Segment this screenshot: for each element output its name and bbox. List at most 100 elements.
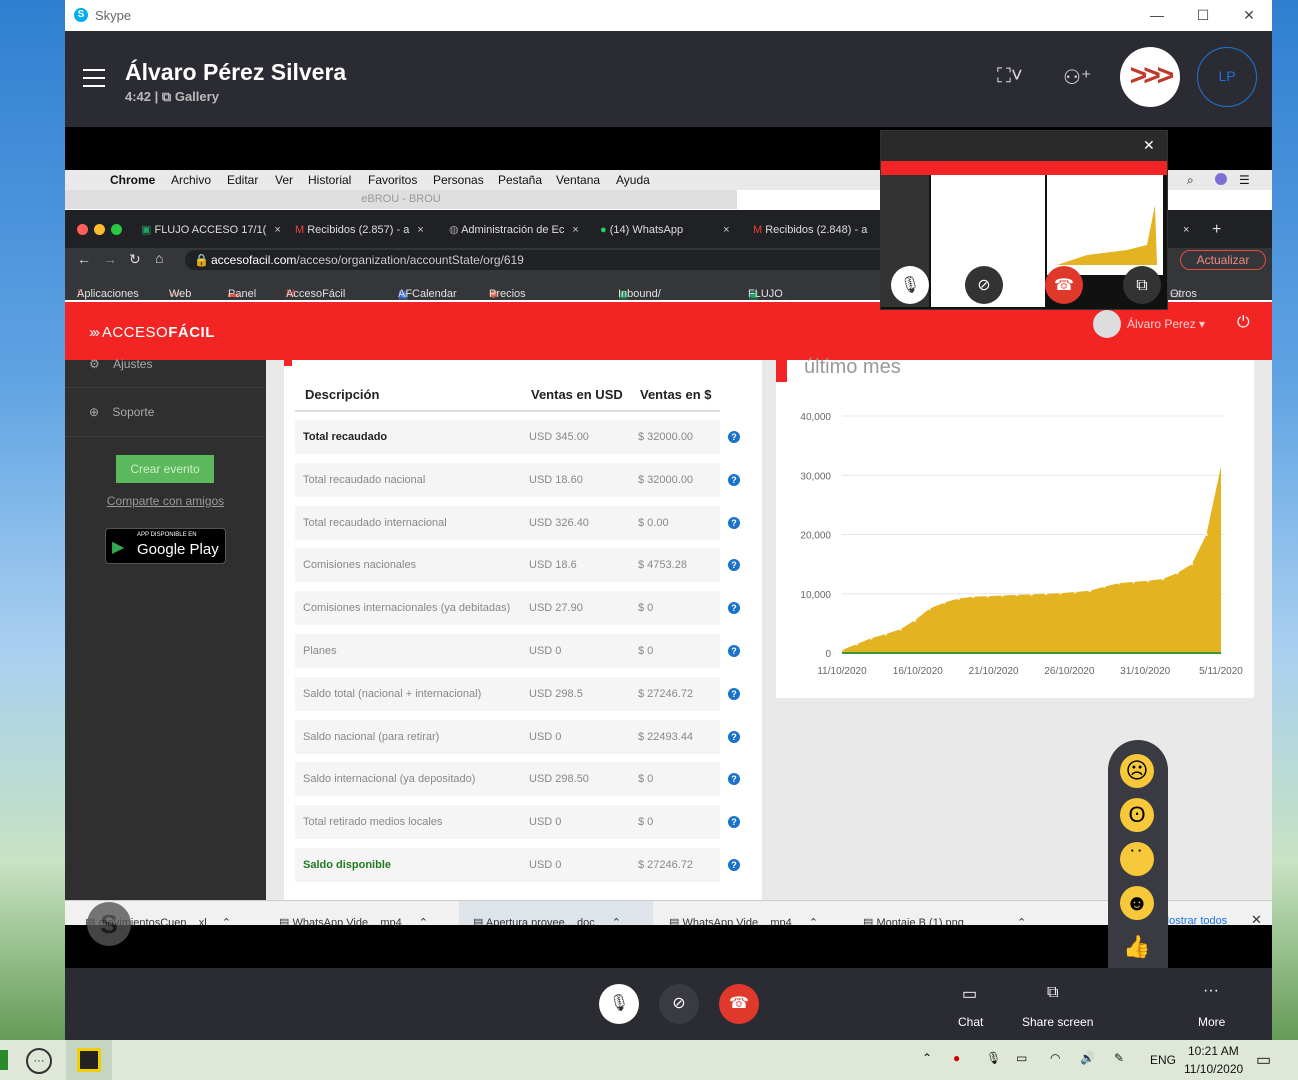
reaction-sad-icon[interactable]: ☹ <box>1120 754 1154 788</box>
pen-icon[interactable]: ✎ <box>1114 1051 1124 1065</box>
menu-chrome[interactable]: Chrome <box>110 173 155 187</box>
sidebar-item-soporte[interactable]: ⊕ Soporte <box>89 405 154 419</box>
browser-tab[interactable]: ● (14) WhatsApp × <box>600 220 730 240</box>
new-tab-button[interactable]: + <box>1212 220 1221 240</box>
chevron-up-icon[interactable]: ⌃ <box>612 917 621 925</box>
forward-icon[interactable]: → <box>103 251 117 267</box>
mic-icon[interactable]: 🎙 <box>599 984 639 1024</box>
notifications-icon[interactable]: ▭ <box>1256 1050 1271 1070</box>
reload-icon[interactable]: ↻ <box>129 251 141 268</box>
battery-icon[interactable]: ▭ <box>1016 1051 1027 1065</box>
download-item-active[interactable]: ▤ Apertura provee....doc ⌃ <box>459 901 653 925</box>
more-icon[interactable]: ··· <box>1203 982 1219 1000</box>
user-menu[interactable]: Álvaro Perez ▾ <box>1127 317 1205 331</box>
self-avatar[interactable]: LP <box>1197 47 1257 107</box>
add-participant-icon[interactable]: ⚇⁺ <box>1063 65 1092 90</box>
chevron-up-icon[interactable]: ⌃ <box>222 917 231 925</box>
create-event-button[interactable]: Crear evento <box>116 455 214 483</box>
browser-tab[interactable]: M Recibidos (2.857) - a × <box>295 220 424 240</box>
reaction-confused-icon[interactable]: ˙˙ <box>1120 842 1154 876</box>
preview-camera-off-icon[interactable]: ⊘ <box>965 266 1003 304</box>
reaction-thumbs-up-icon[interactable]: 👍 <box>1120 930 1154 964</box>
help-icon[interactable]: ? <box>728 516 740 529</box>
help-icon[interactable]: ? <box>728 730 740 743</box>
control-center-icon[interactable]: ☰ <box>1239 173 1250 187</box>
end-call-icon[interactable]: ☎ <box>719 984 759 1024</box>
wifi-icon[interactable]: ◠ <box>1050 1051 1060 1065</box>
siri-icon[interactable] <box>1215 173 1227 185</box>
skype-tray-icon[interactable]: ● <box>953 1051 960 1065</box>
menu-historial[interactable]: Historial <box>308 173 351 187</box>
reaction-laughing-icon[interactable]: ☻ <box>1120 886 1154 920</box>
sidebar-item-ajustes[interactable]: ⚙ Ajustes <box>89 357 152 371</box>
power-icon[interactable]: ⏻ <box>1237 314 1250 332</box>
share-screen-button[interactable]: Share screen <box>1022 1015 1093 1029</box>
help-icon[interactable]: ? <box>728 559 740 572</box>
google-play-badge[interactable]: ▶ APP DISPONIBLE EN Google Play <box>105 528 226 564</box>
layout-icon[interactable]: ⛶˅ <box>997 65 1023 88</box>
avatar[interactable]: >>> <box>1120 47 1180 107</box>
home-icon[interactable]: ⌂ <box>155 250 163 266</box>
preview-mic-icon[interactable]: 🎙 <box>891 266 929 304</box>
language[interactable]: ENG <box>1150 1053 1176 1067</box>
volume-icon[interactable]: 🔊 <box>1080 1051 1095 1065</box>
user-avatar[interactable] <box>1093 310 1121 338</box>
clock-time[interactable]: 10:21 AM <box>1188 1044 1239 1058</box>
menu-editar[interactable]: Editar <box>227 173 258 187</box>
help-icon[interactable]: ? <box>728 431 740 443</box>
download-item[interactable]: ▤ WhatsApp Vide....mp4 ⌃ <box>279 916 449 925</box>
browser-tab[interactable]: ◍ Administración de Ec × <box>449 220 579 240</box>
close-downloads-icon[interactable]: ✕ <box>1251 912 1262 925</box>
download-item[interactable]: ▤ WhatsApp Vide....mp4 ⌃ <box>669 916 839 925</box>
app-logo[interactable]: ››› ACCESOFÁCIL <box>89 324 215 341</box>
menu-ver[interactable]: Ver <box>275 173 293 187</box>
preview-popout-icon[interactable]: ⧉ <box>1123 266 1161 304</box>
minimize-dot[interactable] <box>94 224 105 235</box>
help-icon[interactable]: ? <box>728 859 740 871</box>
help-icon[interactable]: ? <box>728 816 740 829</box>
search-icon[interactable]: ⌕ <box>1187 173 1194 188</box>
download-item[interactable]: ▤ Montaje B (1).png ⌃ <box>863 916 1033 925</box>
menu-icon[interactable] <box>83 69 105 87</box>
menu-archivo[interactable]: Archivo <box>171 173 211 187</box>
close-dot[interactable] <box>77 224 88 235</box>
share-screen-icon[interactable]: ⧉ <box>1047 984 1058 1002</box>
feedback-icon[interactable]: ··· <box>26 1048 52 1074</box>
help-icon[interactable]: ? <box>728 645 740 657</box>
tab-close[interactable]: × <box>1183 220 1189 240</box>
menu-ayuda[interactable]: Ayuda <box>616 173 650 187</box>
help-icon[interactable]: ? <box>728 602 740 615</box>
help-icon[interactable]: ? <box>728 773 740 786</box>
chat-button[interactable]: Chat <box>958 1015 983 1029</box>
menu-ventana[interactable]: Ventana <box>556 173 600 187</box>
chevron-up-icon[interactable]: ⌃ <box>419 917 428 925</box>
camera-off-icon[interactable]: ⊘ <box>659 984 699 1024</box>
more-button[interactable]: More <box>1198 1015 1225 1029</box>
chevron-up-icon[interactable]: ⌃ <box>1017 917 1026 925</box>
reaction-surprised-icon[interactable]: ʘ <box>1120 798 1154 832</box>
menu-personas[interactable]: Personas <box>433 173 484 187</box>
start-edge[interactable] <box>0 1050 8 1070</box>
browser-tab[interactable]: M Recibidos (2.848) - a <box>753 220 867 240</box>
clock-date[interactable]: 11/10/2020 <box>1184 1062 1243 1076</box>
show-all-link[interactable]: Mostrar todos <box>1160 915 1227 925</box>
help-icon[interactable]: ? <box>728 687 740 700</box>
menu-favoritos[interactable]: Favoritos <box>368 173 417 187</box>
update-button[interactable]: Actualizar <box>1180 250 1266 270</box>
view-mode[interactable]: Gallery <box>175 89 219 104</box>
url-bar[interactable]: 🔒 accesofacil.com/acceso/organization/ac… <box>185 250 945 270</box>
zoom-dot[interactable] <box>111 224 122 235</box>
mic-tray-icon[interactable]: 🎙 <box>986 1051 1001 1065</box>
taskbar-app-active[interactable] <box>66 1040 112 1080</box>
chevron-up-icon[interactable]: ⌃ <box>809 917 818 925</box>
tray-chevron-icon[interactable]: ⌃ <box>922 1051 932 1065</box>
chat-icon[interactable]: ▭ <box>962 984 977 1004</box>
preview-end-call-icon[interactable]: ☎ <box>1045 266 1083 304</box>
help-icon[interactable]: ? <box>728 473 740 486</box>
menu-pestana[interactable]: Pestaña <box>498 173 542 187</box>
maximize-button[interactable]: ☐ <box>1183 4 1223 26</box>
share-link[interactable]: Comparte con amigos <box>65 494 266 508</box>
close-preview-icon[interactable]: ✕ <box>1143 137 1155 154</box>
browser-tab[interactable]: ▣ FLUJO ACCESO 17/1(× <box>141 220 281 240</box>
back-icon[interactable]: ← <box>77 251 91 267</box>
